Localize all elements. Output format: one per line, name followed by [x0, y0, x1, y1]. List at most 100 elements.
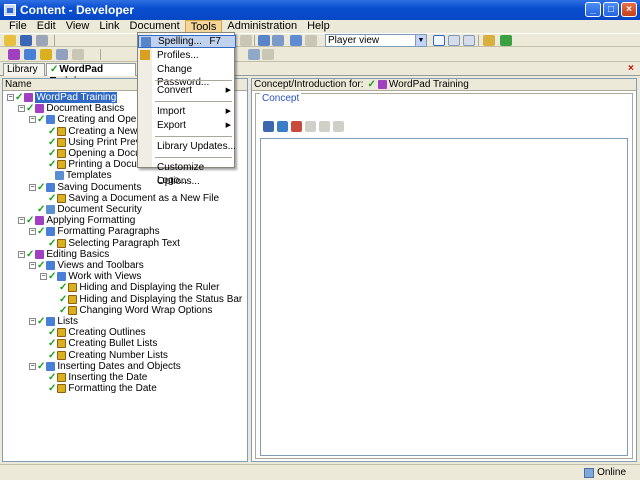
collapse-icon[interactable]: −: [29, 318, 36, 325]
tree-node[interactable]: − ✓ Views and Toolbars: [29, 260, 144, 271]
save-icon[interactable]: [20, 35, 32, 46]
submenu-arrow-icon: ▶: [225, 87, 231, 94]
new-topic-icon[interactable]: [40, 49, 52, 60]
collapse-icon[interactable]: −: [18, 250, 25, 258]
menu-item-library-updates[interactable]: Library Updates...: [138, 140, 236, 153]
globe-icon[interactable]: [277, 121, 288, 132]
tree-node[interactable]: − ✓ Editing Basics: [18, 249, 109, 260]
topic-icon: [57, 350, 67, 360]
toolbar-button[interactable]: [272, 35, 284, 46]
help-icon[interactable]: [56, 49, 68, 60]
close-icon[interactable]: ×: [628, 64, 637, 74]
view-select[interactable]: Player view ▼: [325, 34, 427, 47]
menu-view[interactable]: View: [61, 20, 95, 33]
tree-node[interactable]: − ✓ Lists: [29, 316, 78, 327]
menu-item-customize-logo[interactable]: Customize Logo...: [138, 161, 236, 186]
tree-node[interactable]: ✓ Hiding and Displaying the Ruler: [51, 282, 219, 293]
tree-node[interactable]: − ✓ Inserting Dates and Objects: [29, 361, 181, 372]
spellcheck-icon: [141, 37, 151, 47]
layout-split-icon[interactable]: [448, 35, 460, 46]
minimize-button[interactable]: _: [585, 2, 601, 17]
menu-file[interactable]: File: [4, 20, 32, 33]
tree-node[interactable]: − ✓ Saving Documents: [29, 182, 141, 193]
new-course-icon[interactable]: [8, 49, 20, 60]
open-icon[interactable]: [4, 35, 16, 46]
chevron-down-icon[interactable]: [72, 49, 84, 60]
toolbar-button[interactable]: [248, 49, 260, 60]
toolbar-button[interactable]: [240, 35, 252, 46]
check-icon: ✓: [15, 92, 24, 103]
menu-link[interactable]: Link: [94, 20, 124, 33]
layout-columns-icon[interactable]: [463, 35, 475, 46]
tree-node[interactable]: Templates: [40, 170, 112, 181]
menu-help[interactable]: Help: [302, 20, 335, 33]
menu-item-label: Library Updates...: [157, 141, 236, 152]
menu-item-label: Options...: [157, 176, 200, 187]
menu-item-convert[interactable]: Convert ▶: [138, 84, 236, 97]
tree-node[interactable]: − ✓ WordPad Training: [7, 92, 118, 103]
tree-node[interactable]: ✓ Inserting the Date: [40, 372, 147, 383]
edit-icon[interactable]: [305, 121, 316, 132]
chevron-down-icon[interactable]: ▼: [415, 35, 426, 46]
check-icon: ✓: [59, 282, 68, 294]
collapse-icon[interactable]: −: [40, 273, 47, 281]
toolbar-button[interactable]: [262, 49, 274, 60]
tree-node[interactable]: − ✓ Work with Views: [40, 271, 141, 282]
menu-item-export[interactable]: Export ▶: [138, 119, 236, 132]
collapse-icon[interactable]: −: [18, 217, 25, 225]
properties-icon[interactable]: [483, 35, 495, 46]
menu-item-change-password[interactable]: Change Password...: [138, 63, 236, 88]
view-select-value: Player view: [328, 35, 380, 46]
collapse-icon[interactable]: −: [29, 228, 36, 236]
layout-single-icon[interactable]: [433, 35, 445, 46]
new-module-icon[interactable]: [24, 49, 36, 60]
tree-node-label: Work with Views: [68, 271, 142, 283]
tree-node-label: Changing Word Wrap Options: [79, 304, 213, 316]
concept-editor[interactable]: [260, 138, 628, 456]
tree-node[interactable]: ✓ Changing Word Wrap Options: [51, 305, 212, 316]
tree-node[interactable]: ✓ Saving a Document as a New File: [40, 193, 219, 204]
link-icon[interactable]: [263, 121, 274, 132]
unlink-icon[interactable]: [291, 121, 302, 132]
close-button[interactable]: ×: [621, 2, 637, 17]
tab-library[interactable]: Library: [3, 63, 45, 76]
tree-node[interactable]: ✓ Creating Bullet Lists: [40, 338, 157, 349]
tab-course[interactable]: ✓WordPad Training: [46, 63, 136, 87]
menu-item-spelling[interactable]: Spelling... F7: [138, 35, 236, 48]
tree-node[interactable]: ✓ Formatting the Date: [40, 383, 157, 394]
tree-node[interactable]: ✓ Selecting Paragraph Text: [40, 238, 180, 249]
collapse-icon[interactable]: −: [29, 183, 36, 191]
tree-node[interactable]: ✓ Document Security: [29, 204, 142, 215]
collapse-icon[interactable]: −: [29, 262, 36, 269]
tree-node[interactable]: ✓ Creating Number Lists: [40, 350, 168, 361]
tree-node[interactable]: ✓ Hiding and Displaying the Status Bar: [51, 294, 242, 305]
link-icon[interactable]: [258, 35, 270, 46]
maximize-button[interactable]: □: [603, 2, 619, 17]
module-icon: [57, 272, 67, 282]
print-icon[interactable]: [290, 35, 302, 46]
collapse-icon[interactable]: −: [7, 94, 14, 101]
tree-node[interactable]: − ✓ Applying Formatting: [18, 215, 135, 226]
check-icon: ✓: [48, 237, 57, 249]
document-icon: [46, 205, 56, 214]
course-icon: [35, 249, 45, 259]
tree-node[interactable]: − ✓ Document Basics: [18, 103, 124, 114]
undo-icon[interactable]: [305, 35, 317, 46]
save-all-icon[interactable]: [36, 35, 48, 46]
menu-item-import[interactable]: Import ▶: [138, 105, 236, 118]
tree-node-label: Inserting Dates and Objects: [57, 360, 181, 372]
collapse-icon[interactable]: −: [29, 116, 36, 124]
menu-item-options[interactable]: Options...: [138, 175, 236, 188]
check-icon: ✓: [48, 136, 57, 148]
window-title: Content - Developer: [20, 3, 135, 17]
settings-icon[interactable]: [319, 121, 330, 132]
tree-node[interactable]: − ✓ Formatting Paragraphs: [29, 226, 160, 237]
collapse-icon[interactable]: −: [29, 362, 36, 370]
collapse-icon[interactable]: −: [18, 105, 25, 113]
menu-item-profiles[interactable]: Profiles...: [138, 49, 236, 62]
tree-node[interactable]: ✓ Creating Outlines: [40, 327, 146, 338]
document-icon[interactable]: [333, 121, 344, 132]
refresh-icon[interactable]: [500, 35, 512, 46]
topic-icon: [57, 126, 67, 136]
menu-edit[interactable]: Edit: [32, 20, 61, 33]
